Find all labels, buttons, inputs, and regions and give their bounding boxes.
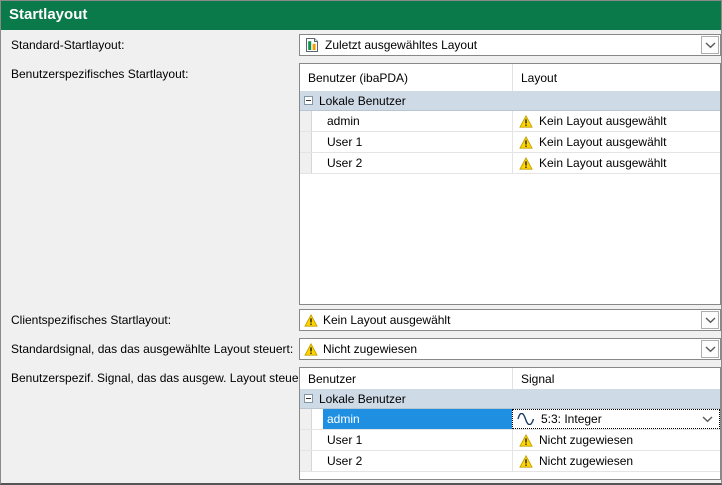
client-layout-dropdown[interactable]: Kein Layout ausgewählt <box>299 309 721 331</box>
user-cell[interactable]: User 1 <box>323 430 512 450</box>
chevron-down-icon <box>705 317 716 324</box>
user-cell[interactable]: User 1 <box>323 132 512 152</box>
row-indicator <box>300 430 312 450</box>
client-layout-value: Kein Layout ausgewählt <box>323 313 450 327</box>
table-row[interactable]: User 2 Kein Layout ausgewählt <box>300 153 720 174</box>
dropdown-button[interactable] <box>701 311 719 329</box>
table-row[interactable]: admin Kein Layout ausgewählt <box>300 111 720 132</box>
row-indicator <box>300 111 312 131</box>
warning-icon <box>519 157 533 170</box>
warning-icon <box>519 115 533 128</box>
standard-signal-value: Nicht zugewiesen <box>323 342 417 356</box>
standard-signal-dropdown[interactable]: Nicht zugewiesen <box>299 338 721 360</box>
layout-icon <box>304 37 320 53</box>
standard-layout-value: Zuletzt ausgewähltes Layout <box>325 38 477 52</box>
layout-cell[interactable]: Kein Layout ausgewählt <box>512 111 720 131</box>
signal-editor-dropdown[interactable]: 5:3: Integer <box>512 409 720 429</box>
chevron-down-icon <box>705 346 716 353</box>
warning-icon <box>519 434 533 447</box>
user-cell[interactable]: User 2 <box>323 153 512 173</box>
collapse-minus-icon[interactable] <box>304 394 313 403</box>
row-indicator <box>300 153 312 173</box>
column-header-layout[interactable]: Layout <box>512 64 720 91</box>
page-title: Startlayout <box>1 1 721 30</box>
column-header-signal[interactable]: Signal <box>512 368 720 389</box>
standard-layout-dropdown[interactable]: Zuletzt ausgewähltes Layout <box>299 34 721 56</box>
column-header-user[interactable]: Benutzer (ibaPDA) <box>300 64 512 91</box>
row-indicator <box>300 451 312 471</box>
layout-cell[interactable]: Kein Layout ausgewählt <box>512 132 720 152</box>
signal-cell[interactable]: Nicht zugewiesen <box>512 451 720 471</box>
signal-cell[interactable]: Nicht zugewiesen <box>512 430 720 450</box>
group-row-lokale-benutzer[interactable]: Lokale Benutzer <box>300 91 720 111</box>
table-row[interactable]: User 2 Nicht zugewiesen <box>300 451 720 472</box>
user-layout-table: Benutzer (ibaPDA) Layout Lokale Benutzer… <box>299 63 721 305</box>
table-row-selected[interactable]: admin 5:3: Integer <box>300 409 720 430</box>
warning-icon <box>304 343 318 356</box>
user-cell[interactable]: admin <box>323 111 512 131</box>
table-row[interactable]: User 1 Kein Layout ausgewählt <box>300 132 720 153</box>
row-indicator <box>300 132 312 152</box>
layout-cell[interactable]: Kein Layout ausgewählt <box>512 153 720 173</box>
table-header: Benutzer (ibaPDA) Layout <box>300 64 720 92</box>
chevron-down-icon <box>705 42 716 49</box>
startlayout-settings-panel: Startlayout Standard-Startlayout: Benutz… <box>0 0 722 485</box>
table-header: Benutzer Signal <box>300 368 720 390</box>
row-indicator <box>300 409 312 429</box>
standard-signal-label: Standardsignal, das das ausgewählte Layo… <box>11 342 293 356</box>
group-row-lokale-benutzer[interactable]: Lokale Benutzer <box>300 389 720 409</box>
warning-icon <box>304 314 318 327</box>
chevron-down-icon[interactable] <box>702 416 713 423</box>
signal-wave-icon <box>517 413 535 425</box>
warning-icon <box>519 136 533 149</box>
column-header-user[interactable]: Benutzer <box>300 368 512 389</box>
warning-icon <box>519 455 533 468</box>
user-signal-table: Benutzer Signal Lokale Benutzer admin 5:… <box>299 367 721 480</box>
user-cell[interactable]: User 2 <box>323 451 512 471</box>
dropdown-button[interactable] <box>701 36 719 54</box>
standard-layout-label: Standard-Startlayout: <box>11 38 124 52</box>
user-layout-label: Benutzerspezifisches Startlayout: <box>11 67 188 81</box>
user-cell[interactable]: admin <box>323 409 512 429</box>
signal-value: 5:3: Integer <box>541 412 602 426</box>
user-signal-label: Benutzerspezif. Signal, das das ausgew. … <box>11 371 309 385</box>
client-layout-label: Clientspezifisches Startlayout: <box>11 313 171 327</box>
collapse-minus-icon[interactable] <box>304 96 313 105</box>
dropdown-button[interactable] <box>701 340 719 358</box>
table-row[interactable]: User 1 Nicht zugewiesen <box>300 430 720 451</box>
